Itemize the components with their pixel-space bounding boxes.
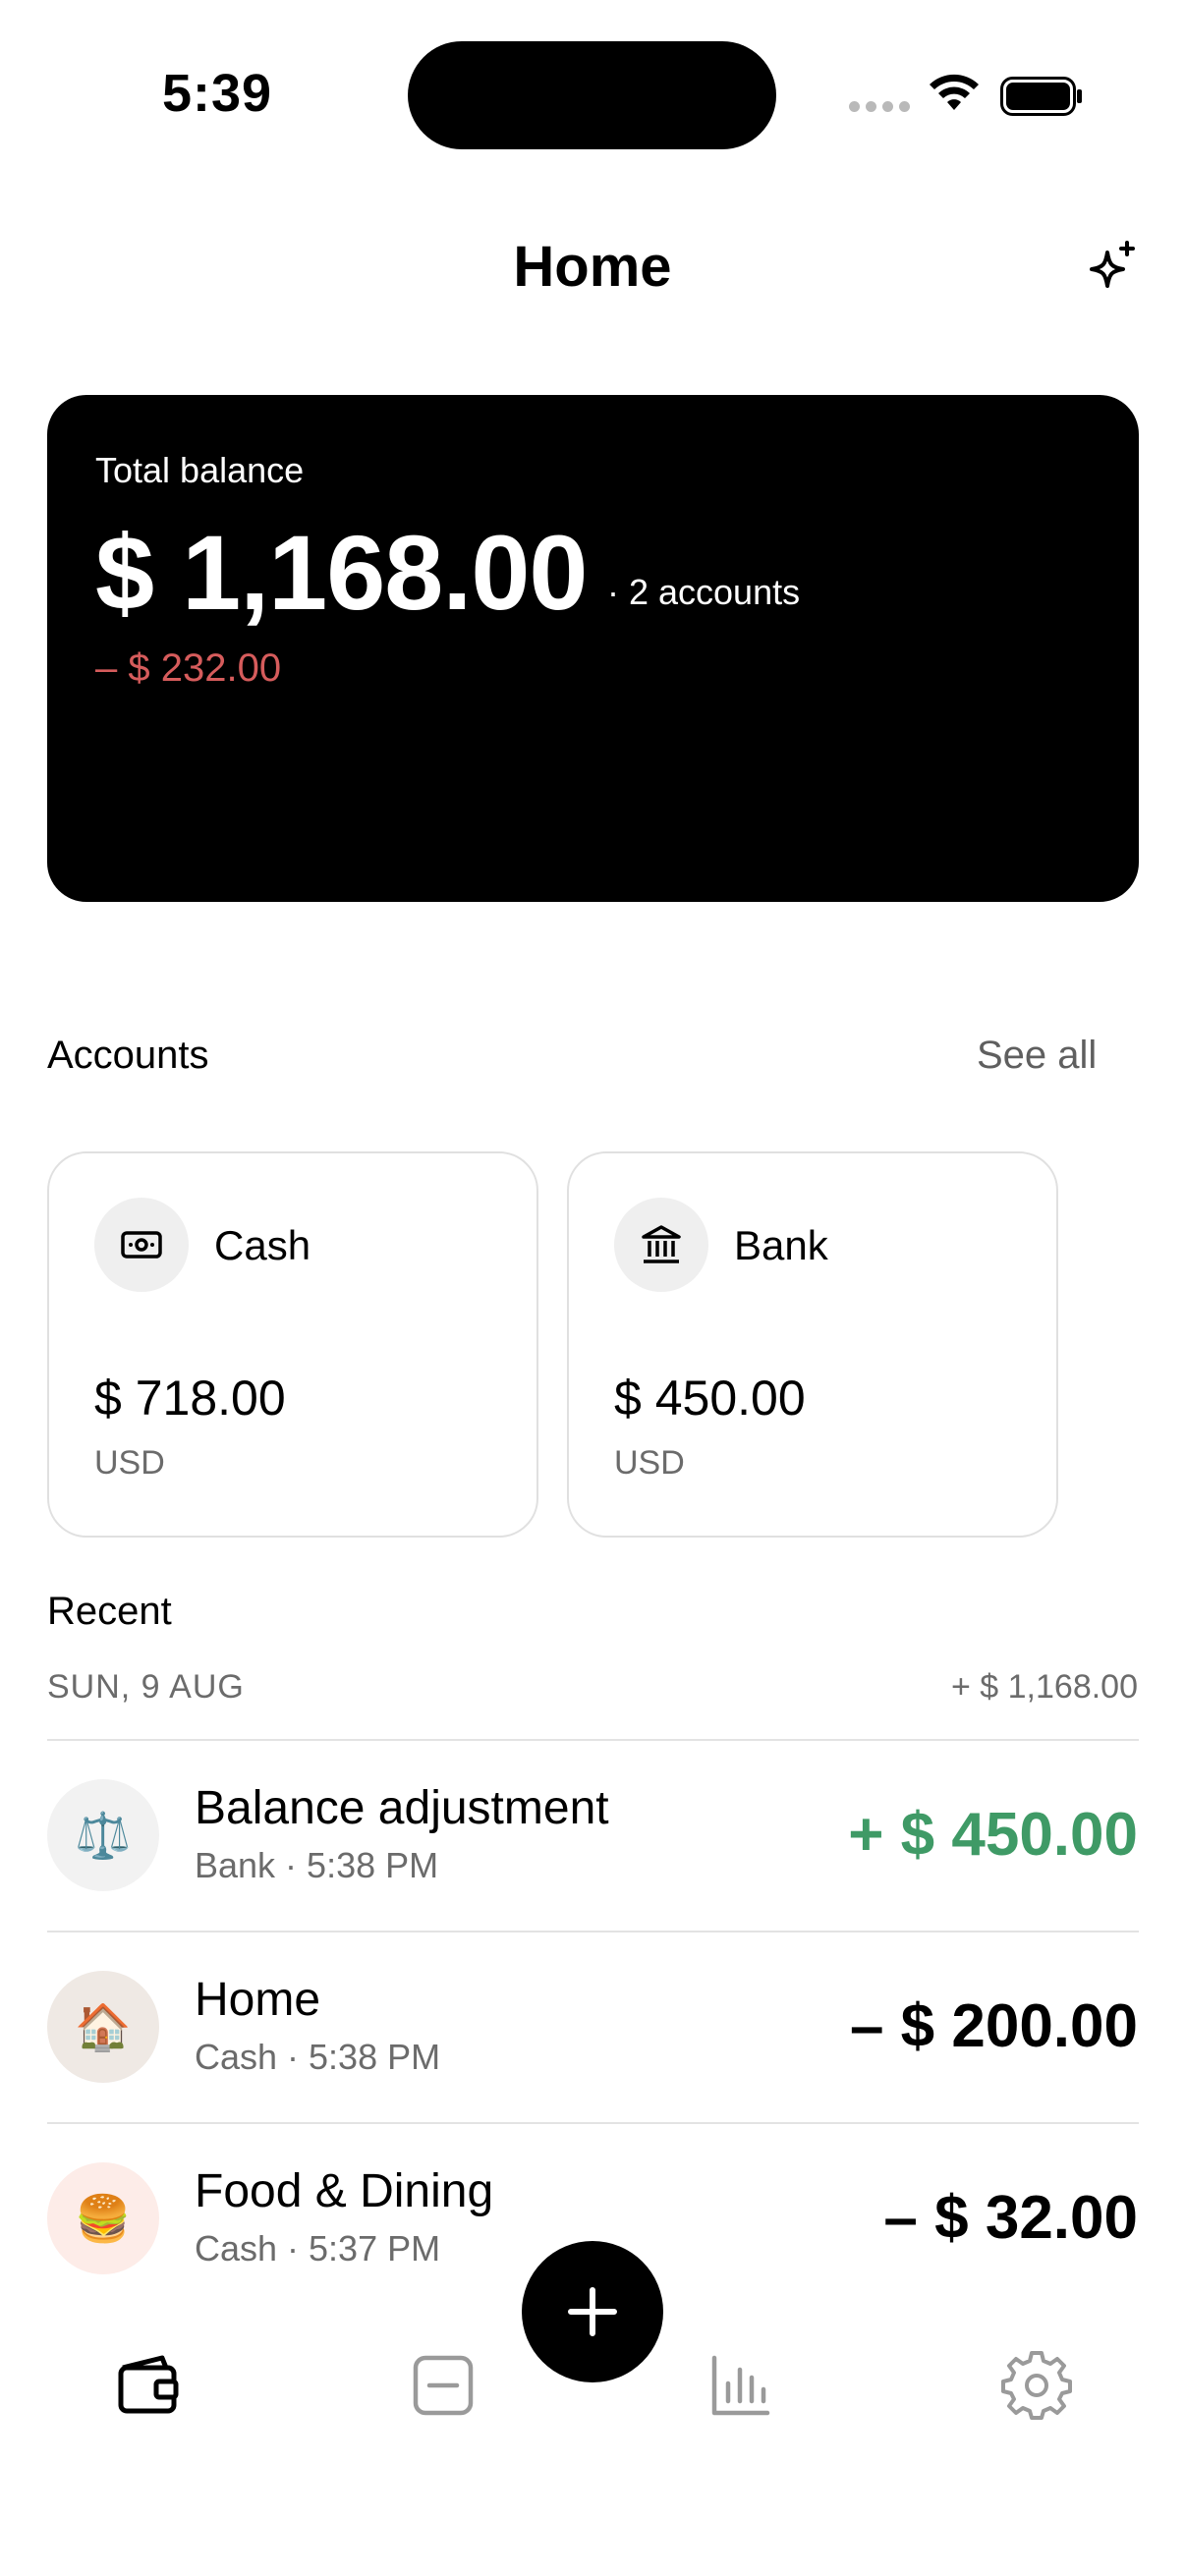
- account-card-cash[interactable]: Cash $ 718.00 USD: [47, 1151, 538, 1538]
- page-title: Home: [513, 235, 672, 299]
- transaction-subtitle: Cash · 5:37 PM: [195, 2228, 441, 2268]
- account-balance: $ 718.00: [94, 1371, 286, 1426]
- transaction-title[interactable]: Home: [195, 1973, 320, 2027]
- account-currency: USD: [614, 1444, 685, 1482]
- accounts-count: · 2 accounts: [607, 572, 801, 612]
- cash-icon: [94, 1198, 189, 1292]
- plus-icon: [568, 2287, 617, 2336]
- recent-section-title: Recent: [47, 1590, 172, 1633]
- divider: [47, 1739, 1139, 1741]
- cellular-signal-icon: [849, 101, 910, 112]
- divider: [47, 1931, 1139, 1932]
- scale-icon: ⚖️: [47, 1779, 159, 1891]
- minus-square-icon[interactable]: [408, 2350, 479, 2421]
- transaction-amount: – $ 200.00: [849, 1992, 1138, 2060]
- total-balance-amount: $ 1,168.00: [95, 513, 588, 632]
- bar-chart-icon[interactable]: [705, 2350, 775, 2421]
- add-transaction-button[interactable]: [522, 2241, 663, 2382]
- accounts-section-title: Accounts: [47, 1034, 209, 1077]
- transaction-amount: – $ 32.00: [883, 2184, 1138, 2252]
- battery-icon: [1000, 77, 1082, 116]
- dynamic-island: [408, 41, 776, 149]
- house-icon: 🏠: [47, 1971, 159, 2083]
- transaction-title[interactable]: Balance adjustment: [195, 1781, 609, 1835]
- transaction-subtitle: Bank · 5:38 PM: [195, 1845, 439, 1885]
- balance-label: Total balance: [95, 450, 305, 490]
- account-card-bank[interactable]: Bank $ 450.00 USD: [567, 1151, 1058, 1538]
- burger-icon: 🍔: [47, 2162, 159, 2274]
- divider: [47, 2122, 1139, 2124]
- gear-icon[interactable]: [1001, 2350, 1072, 2421]
- date-group-total: + $ 1,168.00: [950, 1668, 1138, 1706]
- bank-icon: [614, 1198, 708, 1292]
- transaction-amount: + $ 450.00: [848, 1801, 1138, 1869]
- status-time: 5:39: [162, 64, 273, 123]
- date-group-label: SUN, 9 AUG: [47, 1668, 245, 1706]
- transaction-subtitle: Cash · 5:38 PM: [195, 2037, 441, 2077]
- account-balance: $ 450.00: [614, 1371, 806, 1426]
- balance-change: – $ 232.00: [95, 646, 282, 690]
- wifi-icon: [930, 74, 979, 110]
- wallet-icon[interactable]: [113, 2350, 184, 2421]
- transaction-title[interactable]: Food & Dining: [195, 2164, 493, 2218]
- sparkle-icon[interactable]: [1086, 239, 1141, 294]
- account-currency: USD: [94, 1444, 165, 1482]
- account-name: Cash: [214, 1222, 311, 1268]
- see-all-link[interactable]: See all: [977, 1034, 1097, 1078]
- account-name: Bank: [734, 1222, 828, 1268]
